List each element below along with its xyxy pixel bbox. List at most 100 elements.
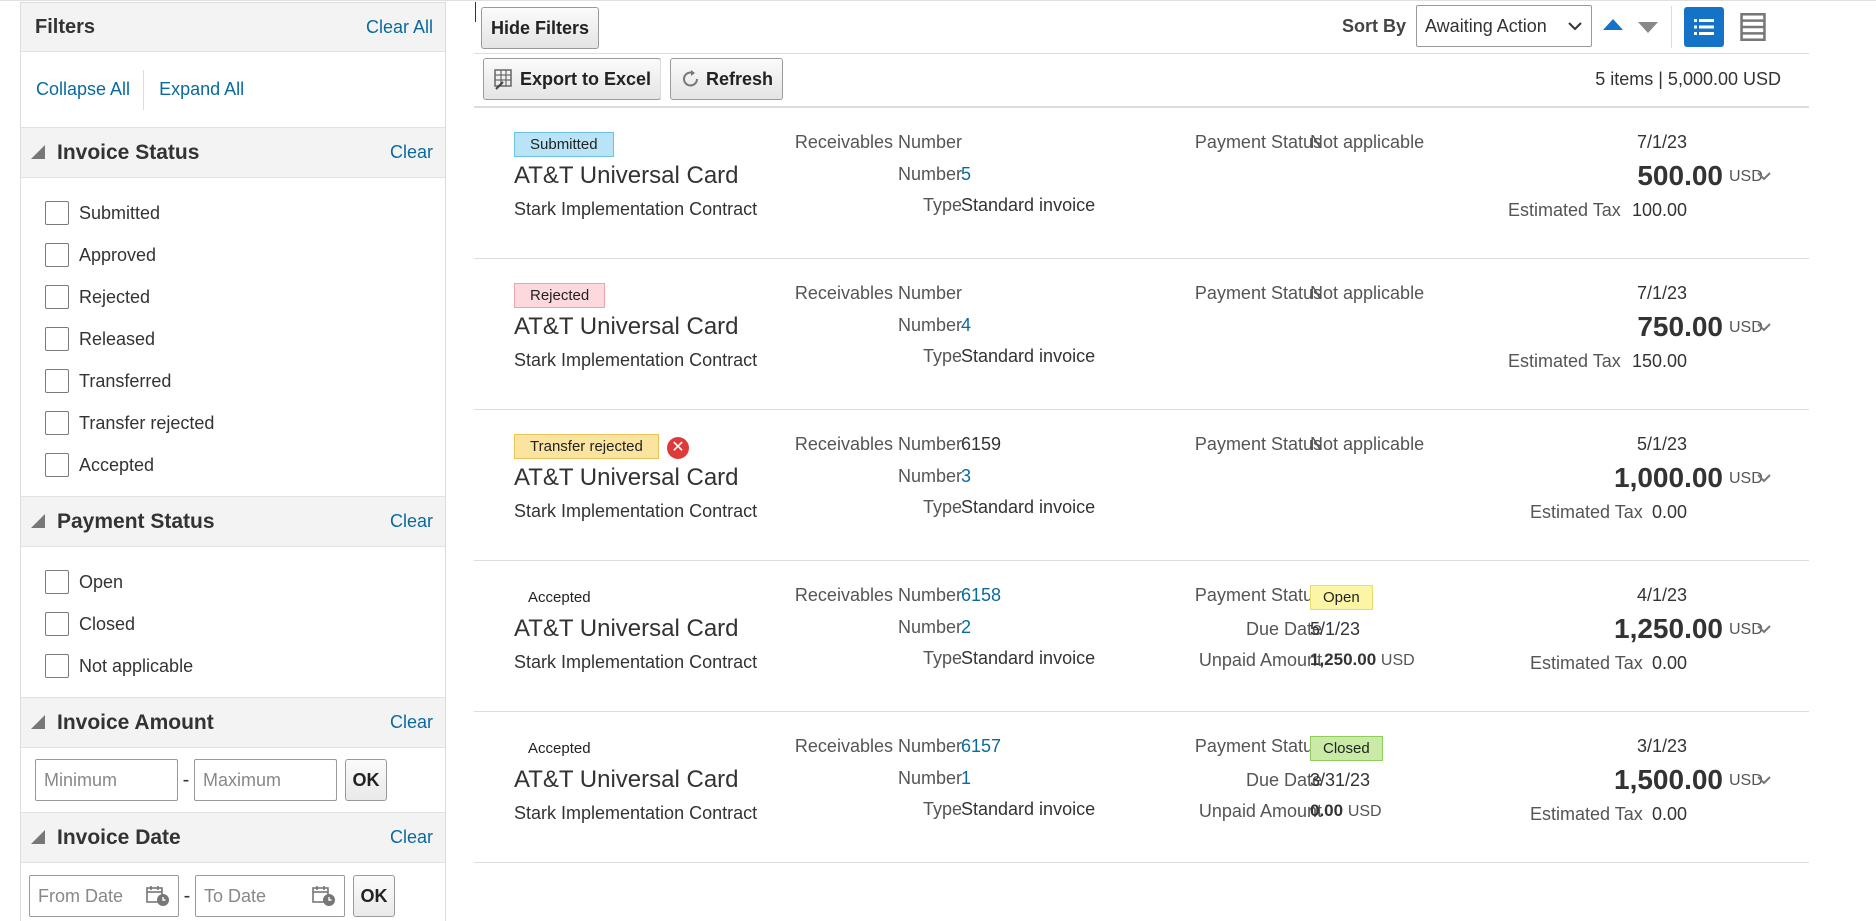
clear-all-link[interactable]: Clear All [366, 17, 433, 38]
chevron-down-icon[interactable] [1754, 317, 1774, 337]
checkbox-rejected[interactable]: Rejected [45, 276, 445, 318]
sort-by-value: Awaiting Action [1425, 15, 1547, 36]
checkbox[interactable] [45, 243, 69, 267]
invoice-date-title: Invoice Date [57, 825, 181, 849]
checkbox-open[interactable]: Open [45, 561, 445, 603]
collapse-triangle-icon[interactable] [31, 829, 45, 844]
checkbox-accepted[interactable]: Accepted [45, 444, 445, 486]
to-date-placeholder: To Date [204, 885, 267, 906]
invoice-date: 3/1/23 [1636, 736, 1687, 756]
receivables-number-value[interactable]: 6157 [961, 736, 1001, 757]
checkbox[interactable] [45, 411, 69, 435]
checkbox[interactable] [45, 654, 69, 678]
invoice-row[interactable]: Rejected AT&T Universal Card Stark Impleme… [474, 259, 1809, 410]
chevron-down-icon[interactable] [1754, 770, 1774, 790]
sort-ascending-icon[interactable] [1603, 19, 1623, 30]
invoice-row[interactable]: Submitted AT&T Universal Card Stark Implem… [474, 108, 1809, 259]
invoice-row[interactable]: Transfer rejected ✕ AT&T Universal Card Sta… [474, 410, 1809, 561]
invoice-amount-clear[interactable]: Clear [390, 712, 433, 733]
collapse-all-link[interactable]: Collapse All [21, 79, 143, 100]
refresh-icon [683, 70, 698, 87]
estimated-tax-value: 0.00 [1651, 804, 1687, 824]
contract-name: Stark Implementation Contract [514, 350, 758, 370]
minimum-amount-input[interactable]: Minimum [35, 759, 178, 801]
collapse-triangle-icon[interactable] [31, 144, 45, 159]
invoice-status-body: Submitted Approved Rejected Released Tra… [21, 178, 445, 497]
invoice-amount-header[interactable]: Invoice Amount Clear [21, 698, 445, 748]
invoice-date-body: From Date - To Date OK [21, 863, 445, 921]
hide-filters-button[interactable]: Hide Filters [481, 7, 600, 49]
estimated-tax-value: 0.00 [1651, 502, 1687, 522]
invoice-number-link[interactable]: 2 [961, 617, 971, 638]
checkbox[interactable] [45, 201, 69, 225]
chevron-down-icon[interactable] [1754, 619, 1774, 639]
chevron-down-icon[interactable] [1754, 166, 1774, 186]
invoice-number-link[interactable]: 5 [961, 164, 971, 185]
invoice-number-link[interactable]: 1 [961, 768, 971, 789]
unpaid-amount-number: 0.00 [1310, 801, 1344, 820]
collapse-triangle-icon[interactable] [31, 714, 45, 729]
payment-status-clear[interactable]: Clear [390, 511, 433, 532]
amount-ok-button[interactable]: OK [345, 759, 387, 801]
invoice-date-header[interactable]: Invoice Date Clear [21, 813, 445, 863]
number-label: Number [897, 164, 962, 184]
invoice-number-link[interactable]: 4 [961, 315, 971, 336]
toolbar-divider [474, 53, 1809, 54]
checkbox[interactable] [45, 453, 69, 477]
payment-status-header[interactable]: Payment Status Clear [21, 497, 445, 547]
checkbox-transferred[interactable]: Transferred [45, 360, 445, 402]
collapse-triangle-icon[interactable] [31, 513, 45, 528]
sort-descending-icon[interactable] [1638, 22, 1658, 33]
sort-by-select[interactable]: Awaiting Action [1416, 5, 1592, 47]
invoice-status-header[interactable]: Invoice Status Clear [21, 128, 445, 178]
calendar-icon[interactable] [312, 885, 336, 907]
receivables-number-value[interactable]: 6158 [961, 585, 1001, 606]
invoice-number-link[interactable]: 3 [961, 466, 971, 487]
invoice-amount: 1,500.00 [1614, 764, 1723, 795]
chevron-down-icon[interactable] [1754, 468, 1774, 488]
supplier-name: AT&T Universal Card [514, 766, 739, 793]
checkbox[interactable] [45, 612, 69, 636]
from-date-placeholder: From Date [38, 885, 124, 906]
invoice-row[interactable]: Accepted AT&T Universal Card Stark Impleme… [474, 561, 1809, 712]
status-badge: Transfer rejected [514, 434, 659, 459]
checkbox[interactable] [45, 327, 69, 351]
invoice-status-clear[interactable]: Clear [390, 142, 433, 163]
invoice-date: 7/1/23 [1636, 132, 1687, 152]
checkbox-label: Not applicable [79, 655, 194, 676]
number-label: Number [897, 466, 962, 486]
invoice-date: 7/1/23 [1636, 283, 1687, 303]
from-date-input[interactable]: From Date [29, 875, 179, 917]
checkbox[interactable] [45, 369, 69, 393]
payment-status-value: Not applicable [1310, 434, 1425, 454]
estimated-tax-label: Estimated Tax [1530, 653, 1643, 673]
checkbox[interactable] [45, 570, 69, 594]
due-date-label: Due Date [1245, 770, 1322, 790]
export-to-excel-button[interactable]: Export to Excel [483, 58, 662, 100]
calendar-icon[interactable] [146, 885, 170, 907]
to-date-input[interactable]: To Date [195, 875, 345, 917]
checkbox-closed[interactable]: Closed [45, 603, 445, 645]
due-date-value: 5/1/23 [1310, 619, 1361, 639]
checkbox-label: Closed [79, 613, 136, 634]
refresh-button[interactable]: Refresh [670, 58, 784, 100]
checkbox-approved[interactable]: Approved [45, 234, 445, 276]
checkbox-submitted[interactable]: Submitted [45, 192, 445, 234]
checkbox-transfer-rejected[interactable]: Transfer rejected [45, 402, 445, 444]
checkbox-released[interactable]: Released [45, 318, 445, 360]
checkbox-label: Transfer rejected [79, 412, 215, 433]
error-icon[interactable]: ✕ [667, 437, 689, 459]
maximum-amount-input[interactable]: Maximum [194, 759, 337, 801]
checkbox-not-applicable[interactable]: Not applicable [45, 645, 445, 687]
invoice-date-clear[interactable]: Clear [390, 827, 433, 848]
expand-all-link[interactable]: Expand All [144, 79, 257, 100]
contract-name: Stark Implementation Contract [514, 501, 758, 521]
unpaid-amount-value: 0.00 USD [1310, 801, 1382, 821]
list-view-button[interactable] [1684, 7, 1724, 47]
date-ok-button[interactable]: OK [353, 875, 395, 917]
sort-by-label: Sort By [1342, 16, 1407, 36]
invoice-row[interactable]: Accepted AT&T Universal Card Stark Impleme… [474, 712, 1809, 863]
payment-status-value: Not applicable [1310, 132, 1425, 152]
checkbox[interactable] [45, 285, 69, 309]
table-view-icon[interactable] [1739, 12, 1767, 42]
